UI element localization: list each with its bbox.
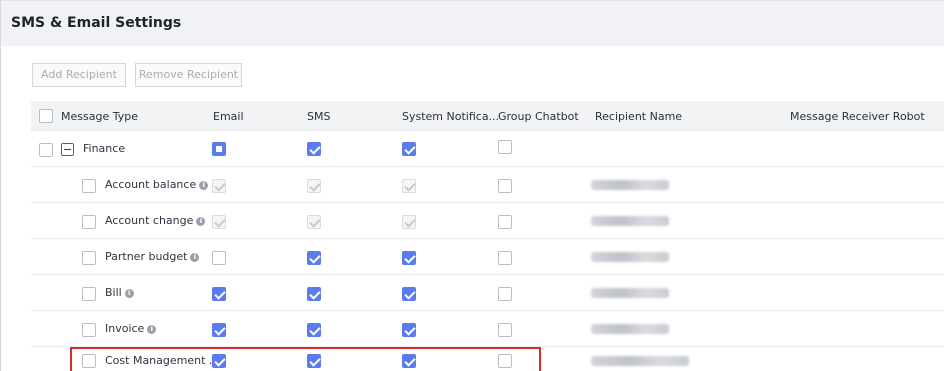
sms-checkbox[interactable]	[307, 323, 321, 337]
highlight-box	[70, 347, 541, 371]
email-checkbox[interactable]	[212, 179, 226, 193]
email-checkbox[interactable]	[212, 287, 226, 301]
select-all-checkbox[interactable]	[39, 109, 53, 123]
group-chatbot-checkbox[interactable]	[498, 251, 512, 265]
recipient-name-redacted	[591, 288, 669, 298]
row-select-checkbox[interactable]	[82, 179, 96, 193]
group-chatbot-checkbox[interactable]	[498, 140, 512, 154]
sms-checkbox[interactable]	[307, 179, 321, 193]
email-checkbox[interactable]	[212, 251, 226, 265]
row-select-checkbox[interactable]	[82, 323, 96, 337]
recipient-name-redacted	[591, 324, 669, 334]
sms-checkbox[interactable]	[307, 251, 321, 265]
table-row: Bill i	[31, 275, 944, 311]
row-select-checkbox[interactable]	[82, 287, 96, 301]
group-chatbot-checkbox[interactable]	[498, 215, 512, 229]
recipient-name-redacted	[591, 180, 669, 190]
row-label: Account balance i	[105, 178, 209, 191]
email-checkbox[interactable]	[212, 142, 226, 156]
recipient-name-redacted	[591, 356, 689, 366]
header-message-type: Message Type	[61, 110, 138, 123]
group-label: Finance	[83, 142, 126, 155]
table-header: Message Type Email SMS System Notifica..…	[31, 101, 944, 131]
row-label: Partner budget i	[105, 250, 200, 263]
recipient-name-redacted	[591, 216, 669, 226]
system-notification-checkbox[interactable]	[402, 287, 416, 301]
header-recipient-name: Recipient Name	[595, 110, 683, 123]
info-icon[interactable]: i	[147, 325, 157, 334]
sms-checkbox[interactable]	[307, 142, 321, 156]
table-row: Account balance i	[31, 167, 944, 203]
email-checkbox[interactable]	[212, 323, 226, 337]
title-bar: SMS & Email Settings	[1, 0, 944, 46]
header-message-receiver-robot: Message Receiver Robot	[790, 110, 925, 123]
header-group-chatbot: Group Chatbot	[498, 110, 579, 123]
row-label: Account change i	[105, 214, 206, 227]
table-row: Account change i	[31, 203, 944, 239]
info-icon[interactable]: i	[196, 217, 206, 226]
table-row: Invoice i	[31, 311, 944, 347]
group-chatbot-checkbox[interactable]	[498, 287, 512, 301]
add-recipient-button[interactable]: Add Recipient	[32, 63, 126, 87]
group-chatbot-checkbox[interactable]	[498, 179, 512, 193]
header-email: Email	[213, 110, 244, 123]
table-row-group-finance: Finance	[31, 131, 944, 167]
header-system-notification: System Notifica...	[402, 110, 500, 123]
system-notification-checkbox[interactable]	[402, 142, 416, 156]
row-label: Invoice i	[105, 322, 157, 335]
page-title: SMS & Email Settings	[11, 15, 182, 31]
system-notification-checkbox[interactable]	[402, 251, 416, 265]
info-icon[interactable]: i	[199, 181, 209, 190]
sms-checkbox[interactable]	[307, 215, 321, 229]
row-select-checkbox[interactable]	[82, 251, 96, 265]
email-checkbox[interactable]	[212, 215, 226, 229]
system-notification-checkbox[interactable]	[402, 323, 416, 337]
sms-email-settings-panel: SMS & Email Settings Add Recipient Remov…	[0, 0, 944, 371]
remove-recipient-button[interactable]: Remove Recipient	[135, 63, 242, 87]
group-chatbot-checkbox[interactable]	[498, 323, 512, 337]
info-icon[interactable]: i	[190, 253, 200, 262]
sms-checkbox[interactable]	[307, 287, 321, 301]
system-notification-checkbox[interactable]	[402, 179, 416, 193]
recipient-name-redacted	[591, 252, 669, 262]
row-label: Bill i	[105, 286, 134, 299]
collapse-icon[interactable]	[61, 143, 74, 156]
row-select-checkbox[interactable]	[82, 215, 96, 229]
row-select-checkbox[interactable]	[39, 143, 53, 157]
table-row: Partner budget i	[31, 239, 944, 275]
system-notification-checkbox[interactable]	[402, 215, 416, 229]
header-sms: SMS	[307, 110, 331, 123]
info-icon[interactable]: i	[124, 289, 134, 298]
